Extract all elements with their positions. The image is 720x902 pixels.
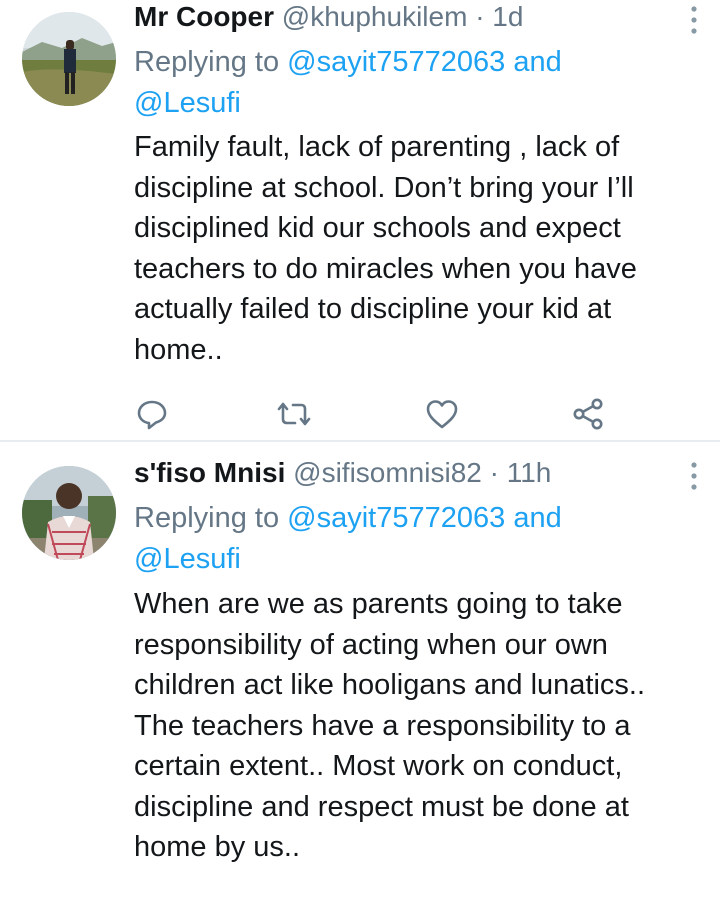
avatar[interactable] xyxy=(22,466,116,560)
avatar-photo xyxy=(22,466,116,560)
separator-dot: · xyxy=(475,1,485,32)
replying-to: Replying to @sayit75772063 and @Lesufi xyxy=(134,498,694,580)
tweet-actions xyxy=(134,396,694,436)
timestamp[interactable]: 1d xyxy=(492,1,523,32)
tweet-text: When are we as parents going to take res… xyxy=(134,588,646,863)
author-name[interactable]: s'fiso Mnisi xyxy=(134,457,285,488)
separator-dot: · xyxy=(489,457,499,488)
tweet[interactable]: s'fiso Mnisi @sifisomnisi82 · 11h Replyi… xyxy=(0,442,720,902)
replying-and[interactable]: and xyxy=(513,46,561,78)
like-icon[interactable] xyxy=(424,396,460,432)
tweet-header: Mr Cooper @khuphukilem · 1d xyxy=(134,0,697,42)
mention-link[interactable]: @Lesufi xyxy=(134,87,241,119)
more-options-icon[interactable] xyxy=(684,460,704,492)
avatar-photo xyxy=(22,12,116,106)
tweet-text: Family fault, lack of parenting , lack o… xyxy=(134,131,637,366)
replying-to: Replying to @sayit75772063 and @Lesufi xyxy=(134,42,694,124)
avatar[interactable] xyxy=(22,12,116,106)
mention-link[interactable]: @Lesufi xyxy=(134,543,241,575)
replying-and[interactable]: and xyxy=(513,502,561,534)
reply-icon[interactable] xyxy=(134,396,170,432)
tweet[interactable]: Mr Cooper @khuphukilem · 1d Replying to … xyxy=(0,0,720,440)
mention-link[interactable]: @sayit75772063 xyxy=(287,46,505,78)
more-options-icon[interactable] xyxy=(684,4,704,36)
timestamp[interactable]: 11h xyxy=(507,457,552,488)
replying-prefix: Replying to xyxy=(134,46,280,78)
author-handle[interactable]: @khuphukilem xyxy=(282,1,468,32)
mention-link[interactable]: @sayit75772063 xyxy=(287,502,505,534)
replying-prefix: Replying to xyxy=(134,502,280,534)
author-handle[interactable]: @sifisomnisi82 xyxy=(293,457,482,488)
tweet-header: s'fiso Mnisi @sifisomnisi82 · 11h xyxy=(134,448,697,498)
author-name[interactable]: Mr Cooper xyxy=(134,1,274,32)
retweet-icon[interactable] xyxy=(276,396,312,432)
share-icon[interactable] xyxy=(570,396,606,432)
